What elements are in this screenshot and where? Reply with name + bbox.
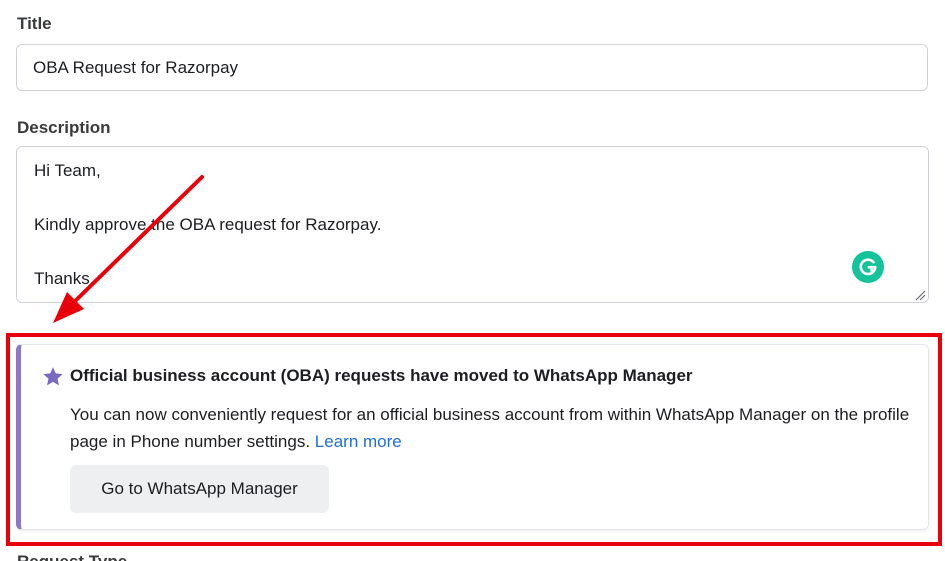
oba-request-form: Title Description Hi Team, Kindly approv… <box>0 0 945 561</box>
title-label: Title <box>17 14 52 33</box>
highlight-box <box>6 333 942 546</box>
title-input[interactable] <box>16 44 928 91</box>
grammarly-icon[interactable] <box>852 251 884 283</box>
resize-handle-icon[interactable] <box>914 288 926 301</box>
description-line-greeting: Hi Team, <box>34 161 101 180</box>
request-type-label: Request Type <box>17 552 127 561</box>
description-line-signoff: Thanks, <box>34 269 95 288</box>
description-label: Description <box>17 118 111 137</box>
description-line-body: Kindly approve the OBA request for Razor… <box>34 215 382 234</box>
description-textarea[interactable]: Hi Team, Kindly approve the OBA request … <box>16 146 929 303</box>
